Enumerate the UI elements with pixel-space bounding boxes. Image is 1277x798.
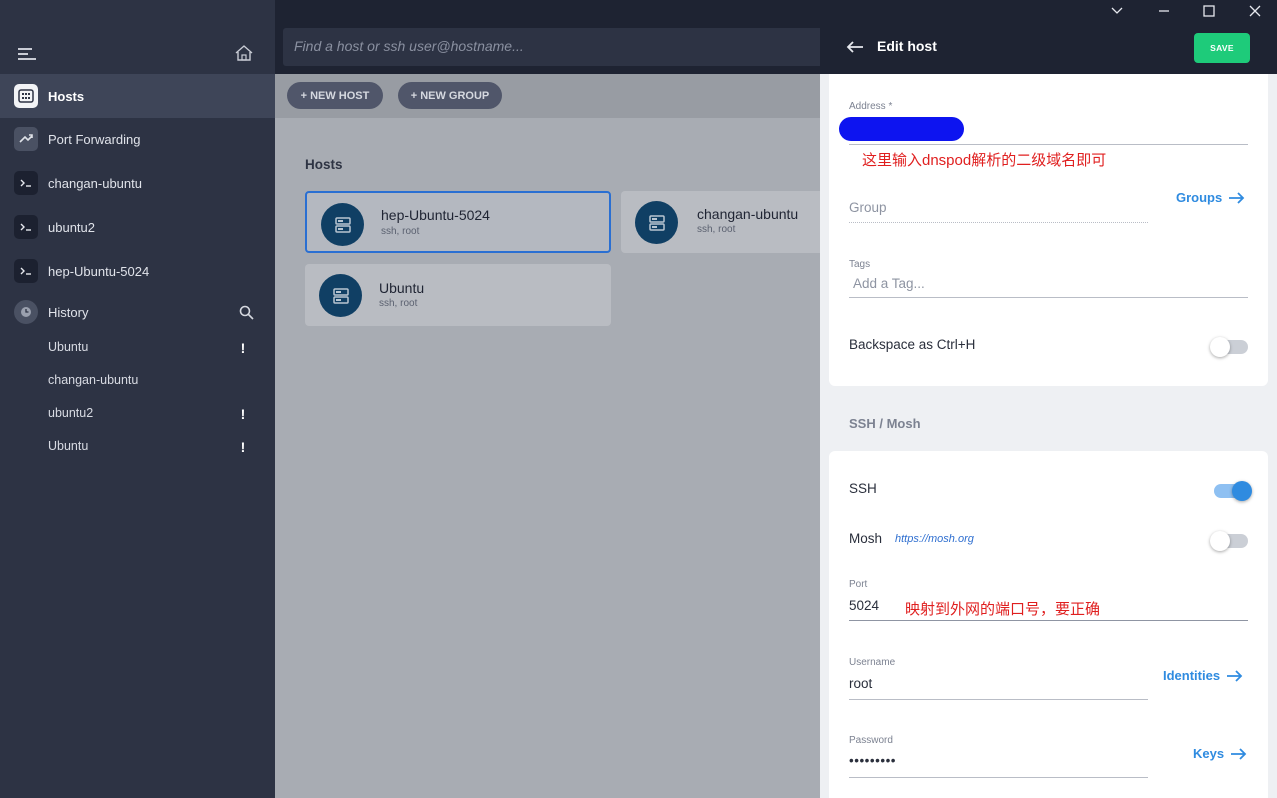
- address-annotation: 这里输入dnspod解析的二级域名即可: [862, 152, 1107, 169]
- new-group-button[interactable]: + NEW GROUP: [398, 82, 502, 109]
- ssh-label: SSH: [849, 481, 877, 496]
- identities-link[interactable]: Identities: [1163, 668, 1243, 683]
- warning-icon: !: [240, 439, 246, 455]
- password-label: Password: [849, 735, 893, 746]
- backspace-toggle[interactable]: [1210, 337, 1248, 357]
- back-arrow-icon[interactable]: [846, 40, 864, 54]
- sidebar-item-label: Hosts: [48, 88, 85, 104]
- group-underline: [849, 222, 1148, 223]
- redacted-address: [839, 117, 964, 141]
- sidebar-item-hep-ubuntu-5024[interactable]: hep-Ubuntu-5024: [0, 249, 275, 293]
- server-icon: [321, 203, 364, 246]
- sidebar: Hosts Port Forwarding changan-ubuntu ubu…: [0, 0, 275, 798]
- terminal-icon: [14, 215, 38, 239]
- port-underline: [849, 620, 1248, 621]
- arrow-right-icon: [1231, 747, 1247, 760]
- keys-link[interactable]: Keys: [1193, 746, 1247, 761]
- sidebar-item-label: changan-ubuntu: [48, 175, 142, 191]
- host-card[interactable]: Ubuntu ssh, root: [305, 264, 611, 326]
- username-input[interactable]: root: [849, 676, 872, 691]
- mosh-label: Mosh: [849, 531, 883, 546]
- hosts-section-title: Hosts: [305, 157, 343, 172]
- host-name: Ubuntu: [379, 280, 425, 296]
- server-icon: [635, 201, 678, 244]
- sidebar-item-hosts[interactable]: Hosts: [0, 74, 275, 118]
- search-icon[interactable]: [239, 305, 254, 320]
- menu-icon[interactable]: [18, 48, 36, 60]
- password-input[interactable]: •••••••••: [849, 753, 896, 768]
- host-card[interactable]: hep-Ubuntu-5024 ssh, root: [305, 191, 611, 253]
- ssh-toggle[interactable]: [1214, 481, 1252, 501]
- search-placeholder: Find a host or ssh user@hostname...: [294, 38, 524, 54]
- host-name: hep-Ubuntu-5024: [381, 207, 490, 223]
- username-underline: [849, 699, 1148, 700]
- sidebar-item-history[interactable]: History: [0, 290, 275, 334]
- port-annotation: 映射到外网的端口号，要正确: [905, 601, 1101, 618]
- host-details: ssh, root: [381, 226, 420, 237]
- ssh-section-title: SSH / Mosh: [849, 416, 921, 431]
- panel-title: Edit host: [877, 38, 937, 54]
- history-item[interactable]: Ubuntu: [48, 439, 88, 453]
- clock-icon: [14, 300, 38, 324]
- save-button[interactable]: SAVE: [1194, 33, 1250, 63]
- tags-underline: [849, 297, 1248, 298]
- warning-icon: !: [240, 340, 246, 356]
- sidebar-item-ubuntu2[interactable]: ubuntu2: [0, 205, 275, 249]
- arrow-right-icon: [1229, 191, 1245, 204]
- password-underline: [849, 777, 1148, 778]
- chevron-down-icon[interactable]: [1110, 4, 1124, 18]
- username-label: Username: [849, 657, 896, 668]
- close-icon[interactable]: [1248, 4, 1262, 18]
- port-label: Port: [849, 579, 868, 590]
- port-forward-icon: [14, 127, 38, 151]
- sidebar-item-label: Port Forwarding: [48, 131, 141, 147]
- history-item[interactable]: changan-ubuntu: [48, 373, 138, 387]
- new-host-button[interactable]: + NEW HOST: [287, 82, 383, 109]
- groups-link[interactable]: Groups: [1176, 190, 1245, 205]
- sidebar-item-label: History: [48, 304, 89, 320]
- host-details: ssh, root: [697, 224, 736, 235]
- hosts-grid-icon: [14, 84, 38, 108]
- terminal-icon: [14, 259, 38, 283]
- terminal-icon: [14, 171, 38, 195]
- search-input[interactable]: Find a host or ssh user@hostname...: [283, 28, 823, 66]
- groups-link-label: Groups: [1176, 190, 1223, 205]
- host-details: ssh, root: [379, 298, 418, 309]
- address-field[interactable]: [849, 144, 1248, 145]
- port-input[interactable]: 5024: [849, 598, 879, 613]
- tags-input[interactable]: Add a Tag...: [853, 276, 925, 291]
- identities-link-label: Identities: [1163, 668, 1221, 683]
- maximize-icon[interactable]: [1202, 4, 1216, 18]
- sidebar-header: [0, 0, 275, 74]
- history-item[interactable]: Ubuntu: [48, 340, 88, 354]
- home-icon[interactable]: [234, 44, 254, 62]
- mosh-link[interactable]: https://mosh.org: [895, 533, 974, 545]
- backspace-label: Backspace as Ctrl+H: [849, 337, 976, 352]
- sidebar-item-label: ubuntu2: [48, 219, 95, 235]
- host-name: changan-ubuntu: [697, 206, 799, 222]
- keys-link-label: Keys: [1193, 746, 1225, 761]
- server-icon: [319, 274, 362, 317]
- minimize-icon[interactable]: [1157, 4, 1171, 18]
- group-field[interactable]: Group: [849, 200, 887, 215]
- address-label: Address *: [849, 101, 893, 112]
- sidebar-item-label: hep-Ubuntu-5024: [48, 263, 150, 279]
- mosh-toggle[interactable]: [1210, 531, 1248, 551]
- host-card[interactable]: changan-ubuntu ssh, root: [621, 191, 820, 253]
- sidebar-item-changan-ubuntu[interactable]: changan-ubuntu: [0, 161, 275, 205]
- history-item[interactable]: ubuntu2: [48, 406, 93, 420]
- warning-icon: !: [240, 406, 246, 422]
- sidebar-item-port-forwarding[interactable]: Port Forwarding: [0, 117, 275, 161]
- arrow-right-icon: [1227, 669, 1243, 682]
- tags-label: Tags: [849, 259, 871, 270]
